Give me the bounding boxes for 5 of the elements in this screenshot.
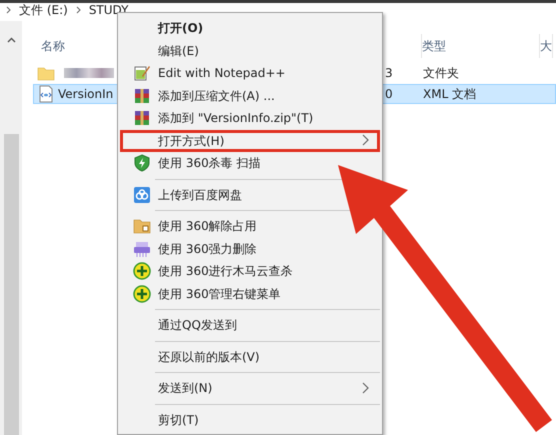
- file-name: VersionIn: [58, 86, 114, 103]
- date-cell-text: 0: [385, 86, 394, 103]
- type-cell-text: XML 文档: [423, 86, 476, 103]
- type-cell-text: 文件夹: [423, 65, 459, 82]
- date-cell-text: 3: [385, 65, 394, 82]
